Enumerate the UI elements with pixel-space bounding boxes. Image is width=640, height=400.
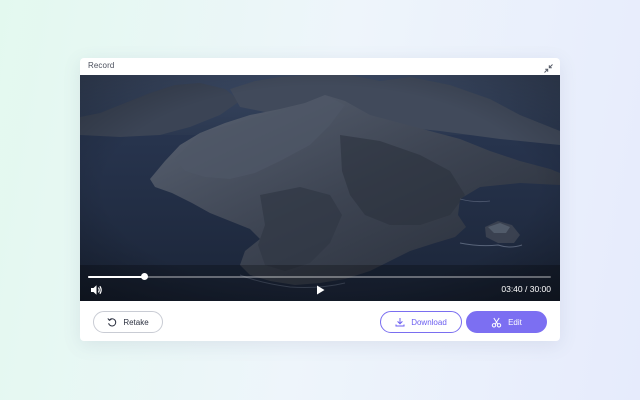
edit-button[interactable]: Edit — [466, 311, 547, 333]
window-title: Record — [88, 61, 115, 70]
scissors-icon — [491, 317, 502, 328]
edit-label: Edit — [508, 317, 522, 327]
download-button[interactable]: Download — [380, 311, 462, 333]
video-player[interactable]: 03:40 / 30:00 — [80, 75, 560, 301]
time-display: 03:40 / 30:00 — [501, 284, 551, 294]
collapse-arrows-icon[interactable] — [543, 61, 554, 73]
video-frame — [80, 75, 560, 301]
progress-bar[interactable] — [88, 273, 551, 280]
download-icon — [395, 317, 405, 327]
play-icon[interactable] — [314, 283, 326, 295]
title-bar: Record — [80, 58, 560, 75]
retake-button[interactable]: Retake — [93, 311, 163, 333]
download-label: Download — [411, 317, 447, 327]
progress-fill — [88, 276, 145, 278]
speaker-icon[interactable] — [90, 283, 103, 295]
retake-label: Retake — [123, 317, 149, 327]
refresh-icon — [107, 317, 117, 327]
action-bar: Retake Download Edit — [80, 301, 560, 341]
recorder-window: Record 03:40 / 30:00 Retake Download Edi… — [80, 58, 560, 341]
